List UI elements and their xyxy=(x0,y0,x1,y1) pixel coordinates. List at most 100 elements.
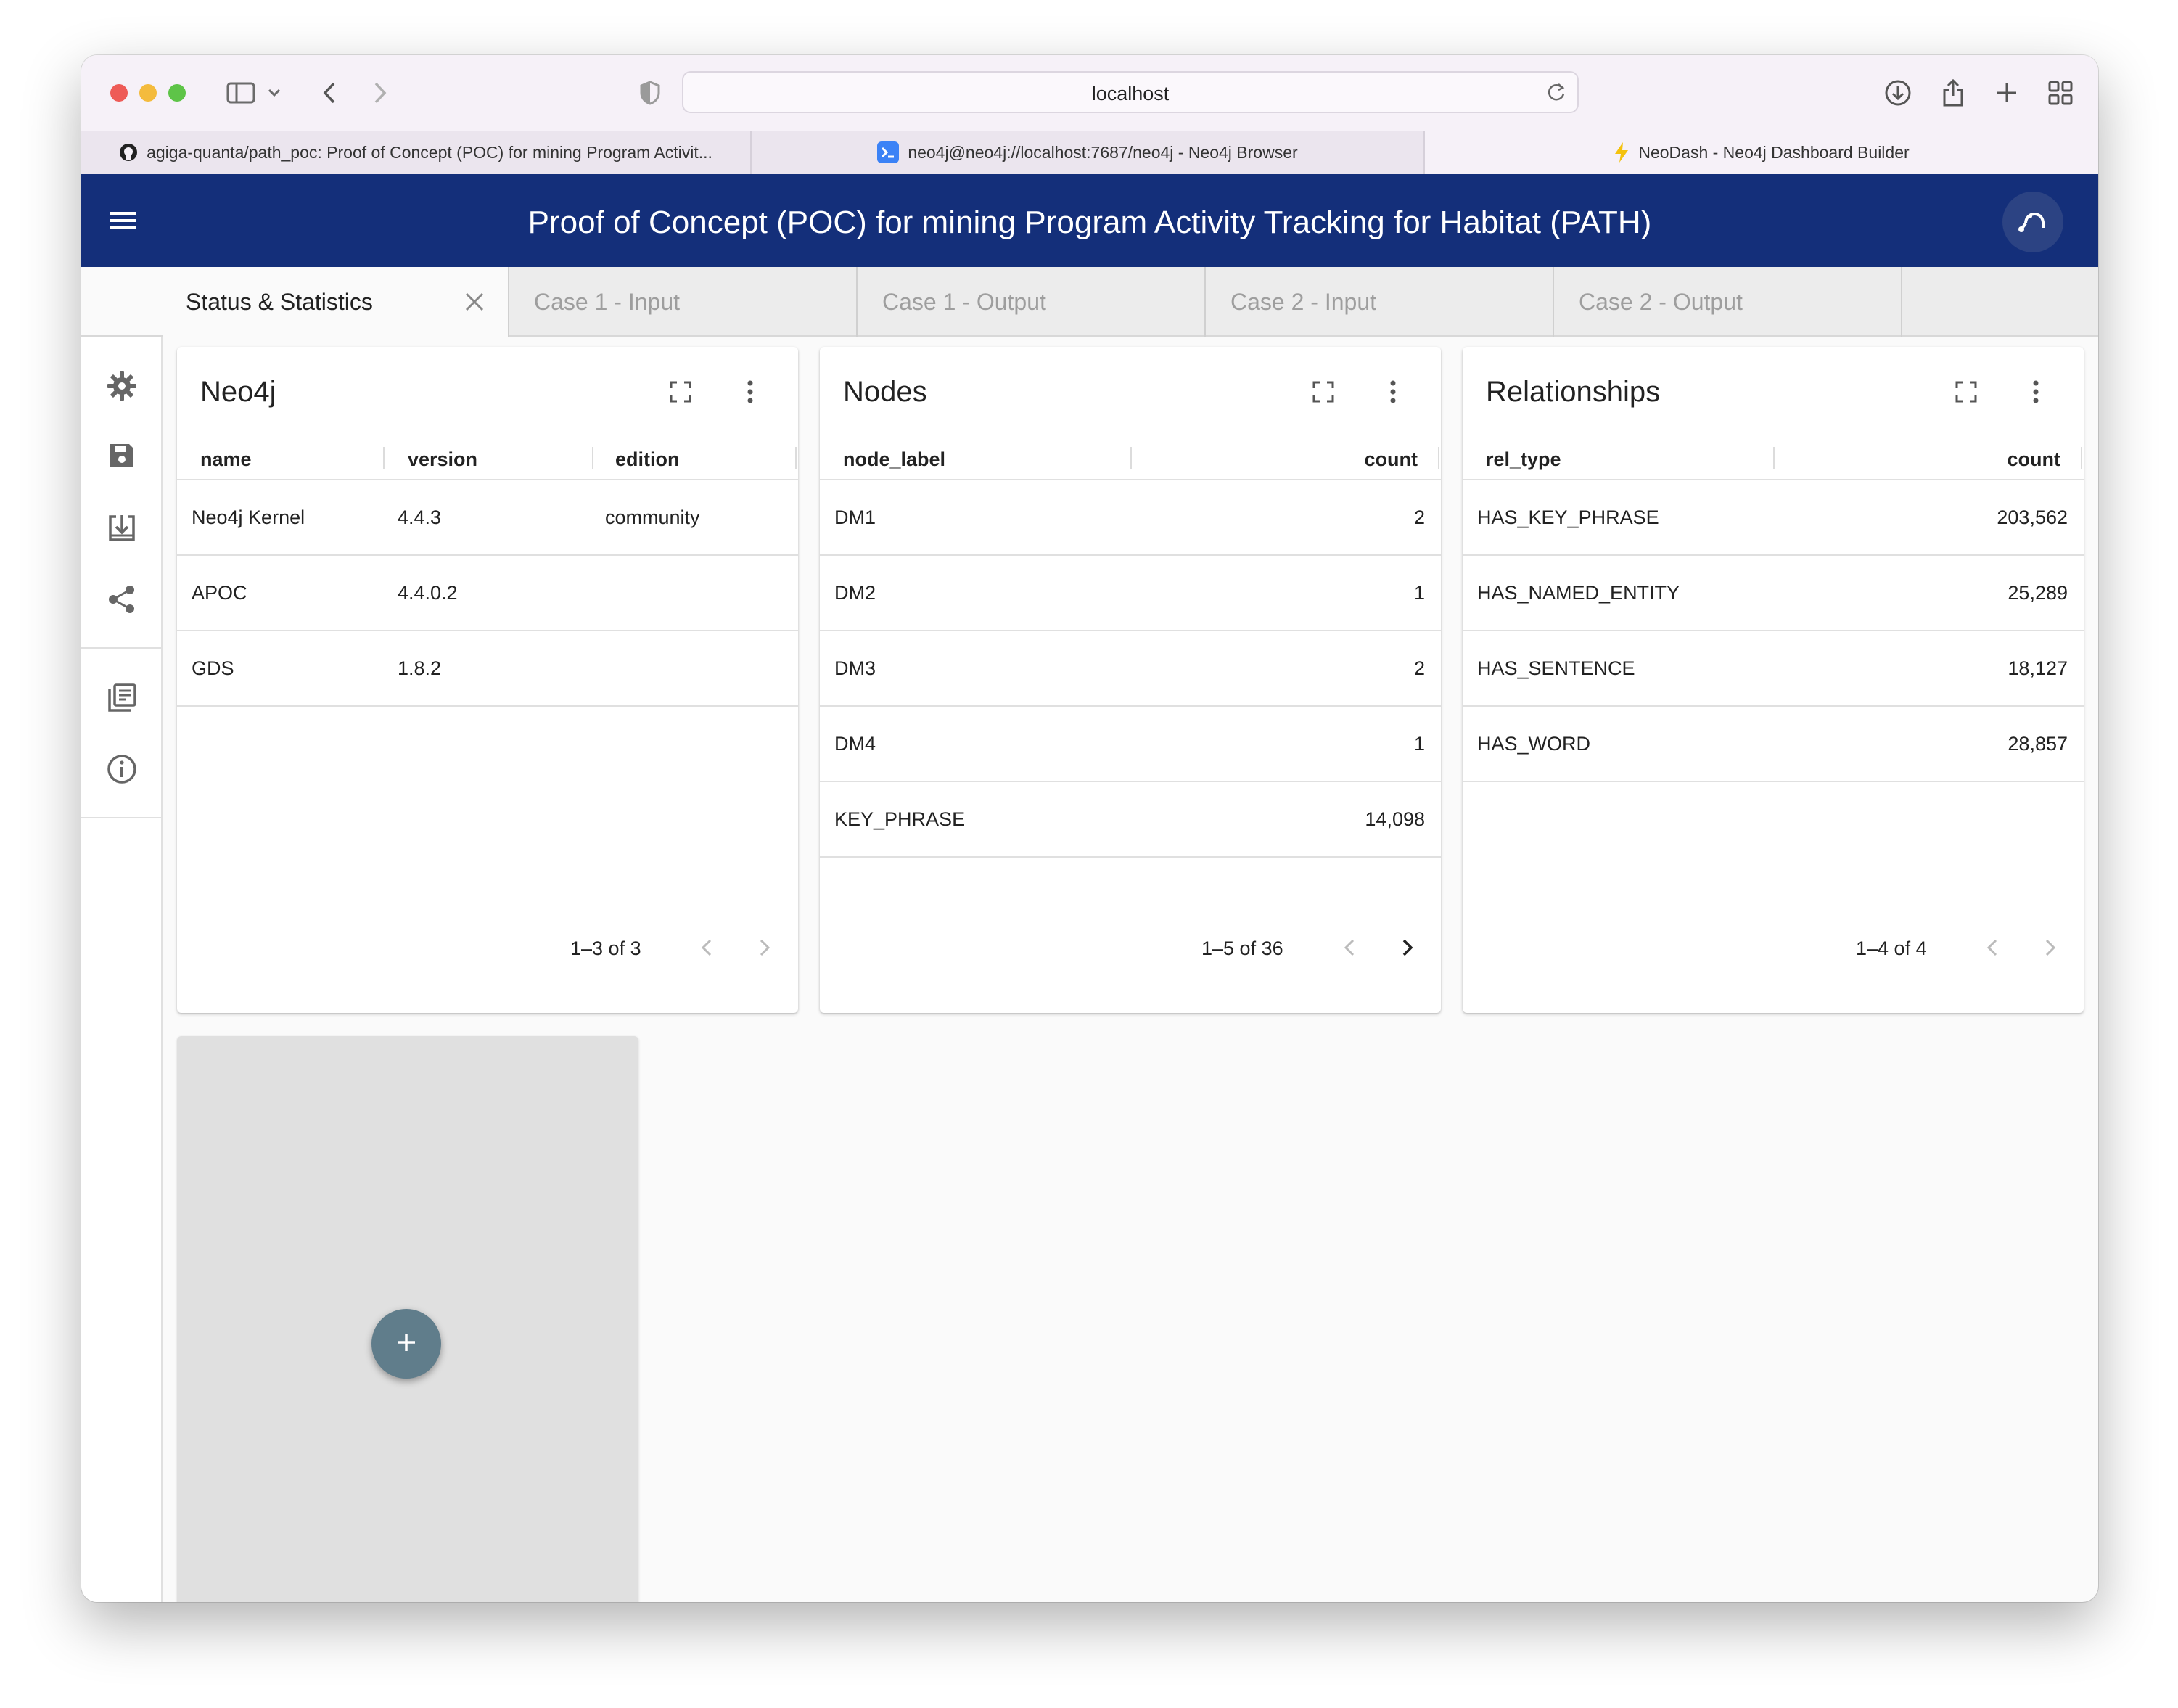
browser-window: localhost agiga-quanta/path_poc: Proof o… xyxy=(81,55,2098,1602)
column-separator[interactable] xyxy=(1130,447,1132,469)
column-separator[interactable] xyxy=(1773,447,1775,469)
column-header[interactable]: count xyxy=(2008,448,2061,471)
prev-page-icon[interactable] xyxy=(689,930,724,965)
column-header[interactable]: rel_type xyxy=(1486,448,1561,471)
more-vert-icon[interactable] xyxy=(734,376,766,408)
add-report-card xyxy=(177,1036,638,1602)
tab-label: Case 2 - Input xyxy=(1230,288,1376,315)
table-row[interactable]: HAS_WORD 28,857 xyxy=(1463,707,2084,782)
zoom-window-button[interactable] xyxy=(168,84,186,102)
dashboard-page-tabs: Status & Statistics Case 1 - Input Case … xyxy=(163,267,2098,337)
table-row[interactable]: DM4 1 xyxy=(820,707,1441,782)
save-icon[interactable] xyxy=(102,435,142,476)
table-row[interactable]: HAS_KEY_PHRASE 203,562 xyxy=(1463,480,2084,556)
close-icon[interactable] xyxy=(463,290,486,319)
lightning-icon xyxy=(1614,141,1630,163)
share-page-icon[interactable] xyxy=(1936,75,1971,110)
close-window-button[interactable] xyxy=(110,84,128,102)
cell-rel-type: HAS_KEY_PHRASE xyxy=(1477,506,1659,528)
tab-status-statistics[interactable]: Status & Statistics xyxy=(163,267,509,337)
column-header[interactable]: version xyxy=(408,448,477,471)
column-separator[interactable] xyxy=(795,447,797,469)
dashboard-title[interactable]: Proof of Concept (POC) for mining Progra… xyxy=(81,205,2098,241)
docs-icon[interactable] xyxy=(102,678,142,718)
card-neo4j: Neo4j name version edition Neo4j Kernel … xyxy=(177,347,798,1013)
browser-tab-title: neo4j@neo4j://localhost:7687/neo4j - Neo… xyxy=(908,142,1298,162)
card-relationships: Relationships rel_type count HAS_KEY_PHR… xyxy=(1463,347,2084,1013)
cell-version: 1.8.2 xyxy=(398,657,442,679)
fullscreen-icon[interactable] xyxy=(1950,376,1982,408)
table-row[interactable]: Neo4j Kernel 4.4.3 community xyxy=(177,480,798,556)
fullscreen-icon[interactable] xyxy=(665,376,696,408)
card-nodes: Nodes node_label count DM1 2 DM2 1 DM3 2… xyxy=(820,347,1441,1013)
tab-case2-output[interactable]: Case 2 - Output xyxy=(1556,267,1902,337)
plus-icon xyxy=(393,1329,419,1359)
table-header: rel_type count xyxy=(1463,434,2084,480)
sidebar-toggle-icon[interactable] xyxy=(223,75,258,110)
settings-icon[interactable] xyxy=(102,366,142,406)
cell-count: 18,127 xyxy=(2008,657,2068,679)
cell-rel-type: HAS_WORD xyxy=(1477,733,1591,755)
info-icon[interactable] xyxy=(102,749,142,789)
sidebar xyxy=(81,337,163,1602)
tab-label: Case 1 - Output xyxy=(882,288,1046,315)
column-separator[interactable] xyxy=(1438,447,1439,469)
table-row[interactable]: HAS_NAMED_ENTITY 25,289 xyxy=(1463,556,2084,631)
tab-case2-input[interactable]: Case 2 - Input xyxy=(1207,267,1554,337)
tab-overview-icon[interactable] xyxy=(2043,75,2078,110)
sidebar-divider xyxy=(81,817,163,818)
next-page-icon[interactable] xyxy=(2033,930,2068,965)
table-row[interactable]: KEY_PHRASE 14,098 xyxy=(820,782,1441,858)
new-tab-icon[interactable] xyxy=(1989,75,2024,110)
cell-node-label: DM2 xyxy=(834,582,876,604)
pagination: 1–4 of 4 xyxy=(1463,924,2084,968)
cell-name: APOC xyxy=(192,582,247,604)
chevron-down-icon[interactable] xyxy=(264,75,284,110)
column-separator[interactable] xyxy=(2081,447,2082,469)
downloads-icon[interactable] xyxy=(1881,75,1915,110)
column-header[interactable]: name xyxy=(200,448,252,471)
column-header[interactable]: node_label xyxy=(843,448,945,471)
load-icon[interactable] xyxy=(102,508,142,549)
pagination: 1–3 of 3 xyxy=(177,924,798,968)
table-row[interactable]: DM1 2 xyxy=(820,480,1441,556)
prev-page-icon[interactable] xyxy=(1332,930,1367,965)
table-row[interactable]: HAS_SENTENCE 18,127 xyxy=(1463,631,2084,707)
privacy-shield-icon[interactable] xyxy=(636,75,665,110)
forward-icon[interactable] xyxy=(366,75,395,110)
cell-count: 2 xyxy=(1413,657,1425,679)
column-header[interactable]: edition xyxy=(615,448,680,471)
address-bar[interactable]: localhost xyxy=(682,71,1579,113)
reload-icon[interactable] xyxy=(1545,81,1567,107)
more-vert-icon[interactable] xyxy=(2020,376,2052,408)
back-icon[interactable] xyxy=(315,75,344,110)
sidebar-divider xyxy=(81,647,163,649)
tab-case1-output[interactable]: Case 1 - Output xyxy=(859,267,1206,337)
column-separator[interactable] xyxy=(592,447,593,469)
connection-icon xyxy=(2015,206,2050,239)
column-header[interactable]: count xyxy=(1365,448,1418,471)
browser-tab-neodash[interactable]: NeoDash - Neo4j Dashboard Builder xyxy=(1425,131,2098,174)
table-row[interactable]: GDS 1.8.2 xyxy=(177,631,798,707)
table-row[interactable]: DM2 1 xyxy=(820,556,1441,631)
tab-corner xyxy=(81,267,163,337)
tab-case1-input[interactable]: Case 1 - Input xyxy=(511,267,858,337)
prev-page-icon[interactable] xyxy=(1975,930,2010,965)
minimize-window-button[interactable] xyxy=(139,84,157,102)
table-row[interactable]: APOC 4.4.0.2 xyxy=(177,556,798,631)
table-header: node_label count xyxy=(820,434,1441,480)
next-page-icon[interactable] xyxy=(747,930,782,965)
share-icon[interactable] xyxy=(102,579,142,620)
cell-rel-type: HAS_SENTENCE xyxy=(1477,657,1635,679)
browser-tab-github[interactable]: agiga-quanta/path_poc: Proof of Concept … xyxy=(81,131,752,174)
more-vert-icon[interactable] xyxy=(1377,376,1409,408)
column-separator[interactable] xyxy=(383,447,385,469)
add-report-button[interactable] xyxy=(371,1309,441,1379)
browser-tab-neo4j-browser[interactable]: neo4j@neo4j://localhost:7687/neo4j - Neo… xyxy=(752,131,1425,174)
github-icon xyxy=(119,143,138,162)
tab-label: Status & Statistics xyxy=(186,288,373,315)
connection-button[interactable] xyxy=(2002,192,2063,252)
fullscreen-icon[interactable] xyxy=(1307,376,1339,408)
next-page-icon[interactable] xyxy=(1390,930,1425,965)
table-row[interactable]: DM3 2 xyxy=(820,631,1441,707)
